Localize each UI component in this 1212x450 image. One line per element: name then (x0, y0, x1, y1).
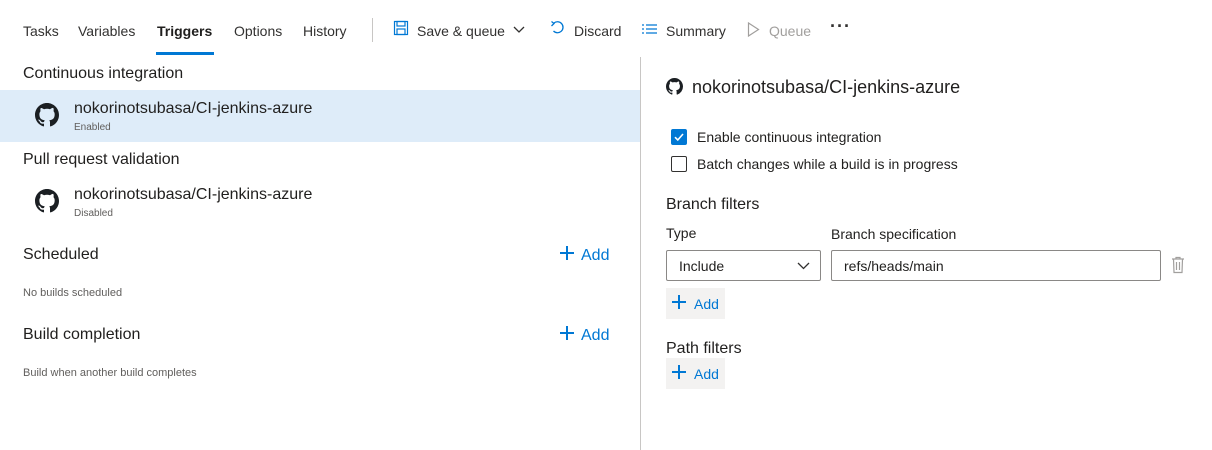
branch-filters-heading: Branch filters (666, 196, 760, 213)
scheduled-note: No builds scheduled (23, 287, 123, 299)
chevron-down-icon (797, 259, 810, 275)
tab-history[interactable]: History (303, 23, 347, 39)
branch-spec-value: refs/heads/main (844, 258, 944, 274)
add-schedule-button[interactable]: Add (581, 247, 609, 265)
queue-button[interactable]: Queue (769, 23, 811, 39)
scheduled-section-title: Scheduled (23, 246, 99, 263)
toolbar: Tasks Variables Triggers Options History… (0, 0, 1212, 62)
repo-title: nokorinotsubasa/CI-jenkins-azure (692, 77, 961, 97)
pr-section-title: Pull request validation (23, 151, 180, 168)
save-and-queue-button[interactable]: Save & queue (417, 23, 505, 39)
toolbar-divider (372, 18, 373, 42)
path-filters-heading: Path filters (666, 340, 742, 357)
plus-icon (560, 326, 574, 340)
batch-changes-checkbox[interactable] (671, 156, 687, 172)
branch-spec-label: Branch specification (831, 226, 957, 242)
github-icon (35, 103, 59, 127)
enable-ci-label: Enable continuous integration (697, 129, 882, 145)
undo-icon (550, 20, 566, 39)
pane-divider (640, 57, 641, 450)
trash-icon[interactable] (1171, 256, 1185, 277)
add-path-filter-label: Add (694, 366, 719, 382)
play-icon (747, 21, 760, 40)
chevron-down-icon[interactable] (513, 22, 525, 38)
tab-variables[interactable]: Variables (78, 23, 135, 39)
add-build-completion-button[interactable]: Add (581, 327, 609, 345)
save-icon (393, 20, 409, 39)
ci-section-title: Continuous integration (23, 65, 184, 82)
type-dropdown[interactable]: Include (666, 250, 821, 281)
discard-button[interactable]: Discard (574, 23, 621, 39)
plus-icon (560, 246, 574, 260)
ci-repo-status: Enabled (74, 122, 111, 133)
pr-repo-item[interactable]: nokorinotsubasa/CI-jenkins-azure Disable… (0, 176, 640, 228)
more-options-icon[interactable]: ··· (830, 16, 851, 37)
list-icon (641, 23, 658, 40)
enable-ci-checkbox[interactable] (671, 129, 687, 145)
type-label: Type (666, 225, 697, 241)
summary-button[interactable]: Summary (666, 23, 726, 39)
github-icon (666, 78, 683, 95)
ci-repo-item[interactable]: nokorinotsubasa/CI-jenkins-azure Enabled (0, 90, 640, 142)
plus-icon (672, 295, 687, 310)
tab-options[interactable]: Options (234, 23, 282, 39)
add-branch-filter-button[interactable]: Add (666, 288, 725, 319)
pr-repo-name: nokorinotsubasa/CI-jenkins-azure (74, 186, 313, 203)
github-icon (35, 189, 59, 213)
active-tab-indicator (156, 52, 214, 55)
add-branch-filter-label: Add (694, 296, 719, 312)
type-dropdown-value: Include (679, 258, 725, 274)
pr-repo-status: Disabled (74, 208, 113, 219)
tab-tasks[interactable]: Tasks (23, 23, 59, 39)
batch-changes-label: Batch changes while a build is in progre… (697, 156, 958, 172)
add-path-filter-button[interactable]: Add (666, 358, 725, 389)
build-completion-section-title: Build completion (23, 326, 141, 343)
checkmark-icon (674, 133, 684, 142)
tab-triggers[interactable]: Triggers (157, 23, 212, 39)
ci-repo-name: nokorinotsubasa/CI-jenkins-azure (74, 100, 313, 117)
plus-icon (672, 365, 687, 380)
triggers-list-pane: Continuous integration nokorinotsubasa/C… (0, 62, 640, 450)
branch-spec-input[interactable]: refs/heads/main (831, 250, 1161, 281)
build-completion-note: Build when another build completes (23, 367, 197, 379)
